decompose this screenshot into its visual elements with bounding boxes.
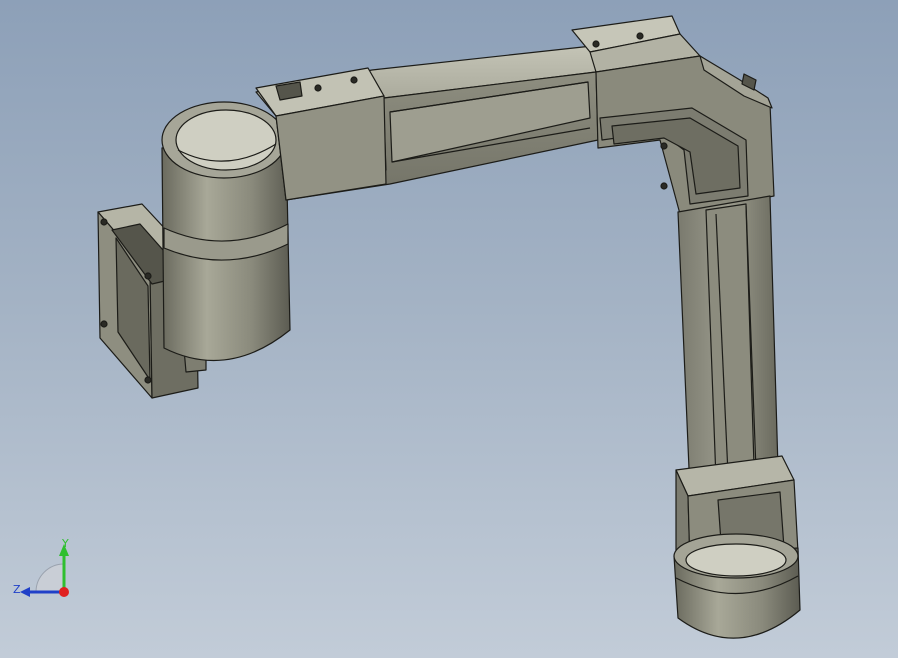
z-axis-label: Z — [13, 583, 21, 596]
bottom-cylinder — [673, 533, 801, 639]
vertical-beam — [677, 195, 779, 493]
elbow-joint — [571, 15, 775, 215]
y-axis-label: Y — [62, 537, 69, 550]
left-cylinder — [161, 101, 291, 362]
3d-viewport[interactable]: Y Z — [0, 0, 898, 658]
coordinate-triad: Y Z — [8, 536, 78, 608]
pipe-arm-model[interactable] — [0, 0, 898, 658]
